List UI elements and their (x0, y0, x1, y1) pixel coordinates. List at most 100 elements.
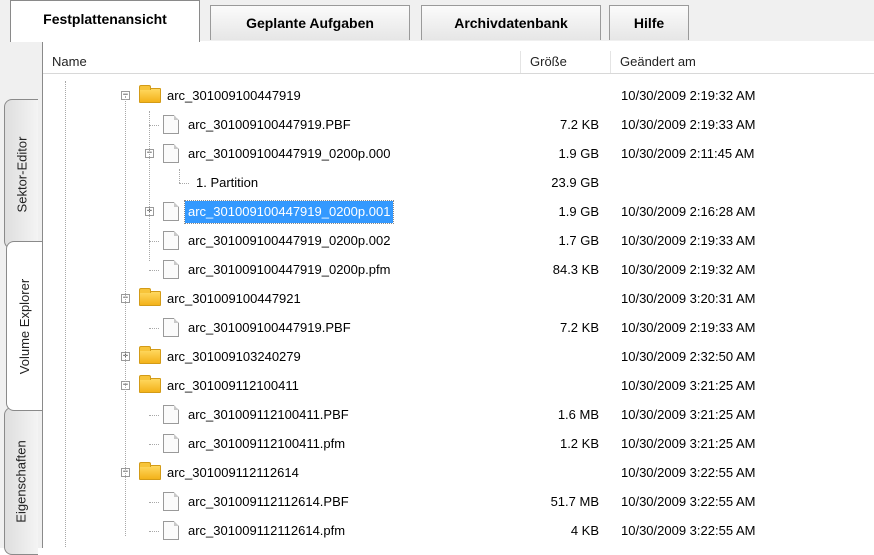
tree-item-label: arc_301009112112614.PBF (188, 493, 349, 509)
tree-row-name: arc_301009100447919_0200p.000 (163, 139, 393, 168)
folder-icon (139, 346, 161, 364)
tree-row-size: 84.3 KB (552, 262, 599, 277)
tree-row-modified: 10/30/2009 2:19:33 AM (621, 233, 756, 248)
tree-row-modified: 10/30/2009 3:20:31 AM (621, 291, 756, 306)
file-icon (163, 492, 179, 511)
tree-connector (179, 183, 189, 184)
file-icon (163, 202, 179, 221)
file-icon (163, 115, 179, 134)
folder-icon (139, 462, 161, 480)
tree-row-name: arc_301009100447919.PBF (163, 313, 354, 342)
tree-row-name: arc_301009112112614.pfm (163, 516, 348, 545)
tree-item-label: arc_301009112100411.pfm (188, 435, 346, 451)
tree-row-size: 1.9 GB (558, 204, 599, 219)
tree-row-modified: 10/30/2009 2:16:28 AM (621, 204, 756, 219)
tab-hilfe[interactable]: Hilfe (609, 5, 689, 40)
file-tree: arc_301009100447919−10/30/2009 2:19:32 A… (43, 81, 874, 548)
tab-festplattenansicht[interactable]: Festplattenansicht (10, 0, 200, 42)
tab-archivdatenbank[interactable]: Archivdatenbank (421, 5, 601, 40)
tree-row-size: 1.6 MB (557, 407, 599, 422)
tree-row-size: 1.7 GB (558, 233, 599, 248)
tree-connector (149, 328, 159, 329)
tree-row-modified: 10/30/2009 3:21:25 AM (621, 436, 756, 451)
tree-row-modified: 10/30/2009 3:22:55 AM (621, 494, 756, 509)
tree-row[interactable]: arc_301009100447919_0200p.pfm 84.3 KB 10/3… (43, 255, 874, 284)
tree-row[interactable]: 1. Partition 23.9 GB (43, 168, 874, 197)
column-header-modified[interactable]: Geändert am (611, 51, 874, 73)
tree-item-label: arc_301009112100411 (167, 377, 299, 393)
tree-row-size: 23.9 GB (551, 175, 599, 190)
tree-row-size (525, 284, 599, 313)
side-tab-sektor-editor[interactable]: Sektor-Editor (4, 99, 38, 249)
tree-row[interactable]: arc_301009100447919−10/30/2009 2:19:32 A… (43, 81, 874, 110)
tree-row[interactable]: arc_301009100447919_0200p.001 +1.9 GB 10/3… (43, 197, 874, 226)
tree-connector (149, 415, 159, 416)
tree-row-size: 1.2 KB (559, 436, 599, 451)
tree-row[interactable]: arc_301009103240279 +10/30/2009 2:32:50 A… (43, 342, 874, 371)
tree-row-name: arc_301009100447921 (139, 284, 304, 313)
tree-row-name: arc_301009112100411.PBF (163, 400, 352, 429)
tree-row-size: 7.2 KB (559, 320, 599, 335)
tree-row[interactable]: arc_301009112112614.PBF 51.7 MB 10/30/2009… (43, 487, 874, 516)
folder-icon (139, 85, 161, 103)
file-icon (163, 231, 179, 250)
tree-row-size: 4 KB (570, 523, 599, 538)
tree-row[interactable]: arc_301009112100411.pfm 1.2 KB 10/30/2009 … (43, 429, 874, 458)
tree-row-modified: 10/30/2009 3:22:55 AM (621, 523, 756, 538)
tree-item-label: arc_301009112100411.PBF (188, 406, 349, 422)
tree-item-label: 1. Partition (196, 174, 259, 190)
tree-row-modified: 10/30/2009 3:22:55 AM (621, 465, 756, 480)
tree-item-label: arc_301009112112614.pfm (188, 522, 346, 538)
tree-row-name: arc_301009100447919_0200p.001 (163, 197, 395, 226)
tree-row-modified: 10/30/2009 2:11:45 AM (621, 146, 755, 161)
column-header-size[interactable]: Größe (521, 51, 611, 73)
tree-row[interactable]: arc_301009100447919_0200p.002 1.7 GB 10/30… (43, 226, 874, 255)
tree-connector (149, 531, 159, 532)
tree-row-name: arc_301009100447919.PBF (163, 110, 354, 139)
tree-row-name: arc_301009112100411.pfm (163, 429, 348, 458)
tree-item-label: arc_301009100447919_0200p.pfm (188, 261, 391, 277)
side-tab-eigenschaften[interactable]: Eigenschaften (4, 407, 38, 555)
file-icon (163, 260, 179, 279)
tree-row-name: 1. Partition (193, 168, 261, 197)
tree-row[interactable]: arc_301009100447921−10/30/2009 3:20:31 A… (43, 284, 874, 313)
tree-item-label: arc_301009100447919.PBF (188, 116, 351, 132)
file-icon (163, 318, 179, 337)
tree-connector (149, 270, 159, 271)
side-tab-label: Eigenschaften (14, 439, 29, 523)
column-header-name[interactable]: Name (43, 51, 521, 73)
tree-row[interactable]: arc_301009100447919_0200p.000−1.9 GB 10/3… (43, 139, 874, 168)
tree-row[interactable]: arc_301009100447919.PBF 7.2 KB 10/30/2009 … (43, 110, 874, 139)
tree-row[interactable]: arc_301009100447919.PBF 7.2 KB 10/30/2009 … (43, 313, 874, 342)
tree-row-modified: 10/30/2009 2:19:32 AM (621, 88, 756, 103)
tree-row[interactable]: arc_301009112100411−10/30/2009 3:21:25 A… (43, 371, 874, 400)
tree-item-label: arc_301009112112614 (167, 464, 299, 480)
folder-icon (139, 375, 161, 393)
side-tab-label: Sektor-Editor (14, 136, 29, 212)
tree-row-modified: 10/30/2009 2:19:32 AM (621, 262, 756, 277)
volume-explorer-panel: Name Größe Geändert am arc_3010091004479… (42, 41, 874, 548)
tree-row-modified: 10/30/2009 2:32:50 AM (621, 349, 756, 364)
side-tab-strip: Sektor-Editor Volume Explorer Eigenschaf… (0, 41, 42, 555)
tree-row-size (525, 342, 599, 371)
file-icon (163, 405, 179, 424)
tree-row[interactable]: arc_301009112112614.pfm 4 KB 10/30/2009 3:… (43, 516, 874, 545)
tree-item-label: arc_301009100447919_0200p.000 (188, 145, 391, 161)
tree-row-size: 7.2 KB (559, 117, 599, 132)
side-tab-volume-explorer[interactable]: Volume Explorer (6, 241, 42, 411)
tree-row-modified: 10/30/2009 3:21:25 AM (621, 378, 756, 393)
tree-connector (149, 444, 159, 445)
tree-row-name: arc_301009112112614.PBF (163, 487, 352, 516)
side-tab-label: Volume Explorer (17, 278, 33, 374)
tree-row-name: arc_301009100447919_0200p.002 (163, 226, 393, 255)
column-header-row: Name Größe Geändert am (43, 51, 874, 74)
tree-connector (149, 125, 159, 126)
tab-geplante-aufgaben[interactable]: Geplante Aufgaben (210, 5, 410, 40)
tree-row-size: 1.9 GB (558, 146, 599, 161)
tree-guide-line (179, 169, 180, 183)
tree-connector (149, 502, 159, 503)
tree-row[interactable]: arc_301009112112614−10/30/2009 3:22:55 A… (43, 458, 874, 487)
tree-row[interactable]: arc_301009112100411.PBF 1.6 MB 10/30/2009 … (43, 400, 874, 429)
tree-row-modified: 10/30/2009 2:19:33 AM (621, 320, 756, 335)
tree-row-size (525, 371, 599, 400)
